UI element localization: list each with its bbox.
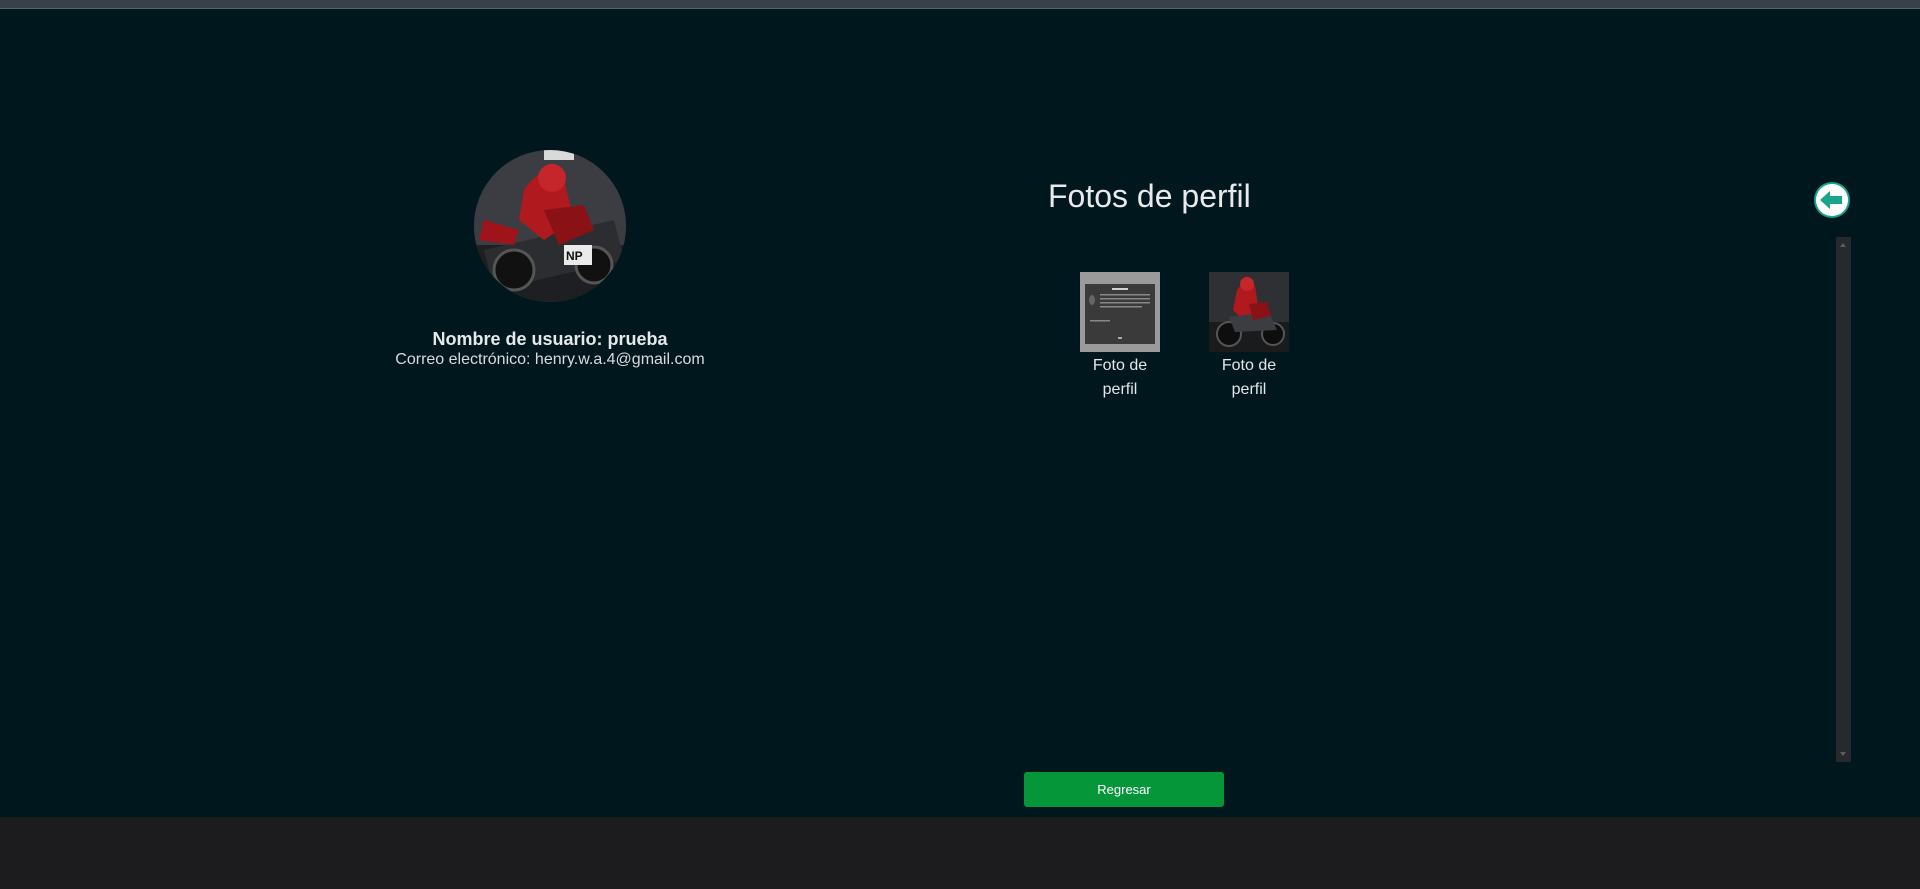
- avatar-image: NP: [474, 150, 626, 302]
- photo-thumbnail[interactable]: [1209, 272, 1289, 352]
- gallery-title: Fotos de perfil: [1048, 178, 1251, 214]
- scroll-down-arrow[interactable]: [1840, 752, 1846, 756]
- username-label: Nombre de usuario: prueba: [432, 329, 668, 349]
- gallery-photo-item[interactable]: Foto de perfil: [1065, 272, 1175, 402]
- gallery-scrollbar[interactable]: [1836, 237, 1851, 762]
- svg-text:NP: NP: [566, 249, 583, 263]
- regresar-button[interactable]: Regresar: [1024, 772, 1224, 807]
- back-arrow-button[interactable]: [1814, 182, 1850, 218]
- profile-page: NP Nombre de usuario: prueba Correo elec…: [0, 9, 1920, 817]
- gallery-photo-item[interactable]: Foto de perfil: [1194, 272, 1304, 402]
- photo-caption: Foto de perfil: [1221, 357, 1277, 398]
- browser-top-bar: [0, 0, 1920, 9]
- motorcycle-thumbnail-image: [1209, 272, 1289, 352]
- arrow-left-circle-icon: [1816, 184, 1848, 216]
- profile-avatar: NP: [474, 150, 626, 302]
- photo-thumbnail[interactable]: [1080, 272, 1160, 352]
- scroll-up-arrow[interactable]: [1840, 243, 1846, 247]
- document-thumbnail-image: [1080, 272, 1160, 352]
- page-footer: [0, 817, 1920, 889]
- email-label: Correo electrónico: henry.w.a.4@gmail.co…: [395, 351, 705, 368]
- photo-caption: Foto de perfil: [1092, 357, 1148, 398]
